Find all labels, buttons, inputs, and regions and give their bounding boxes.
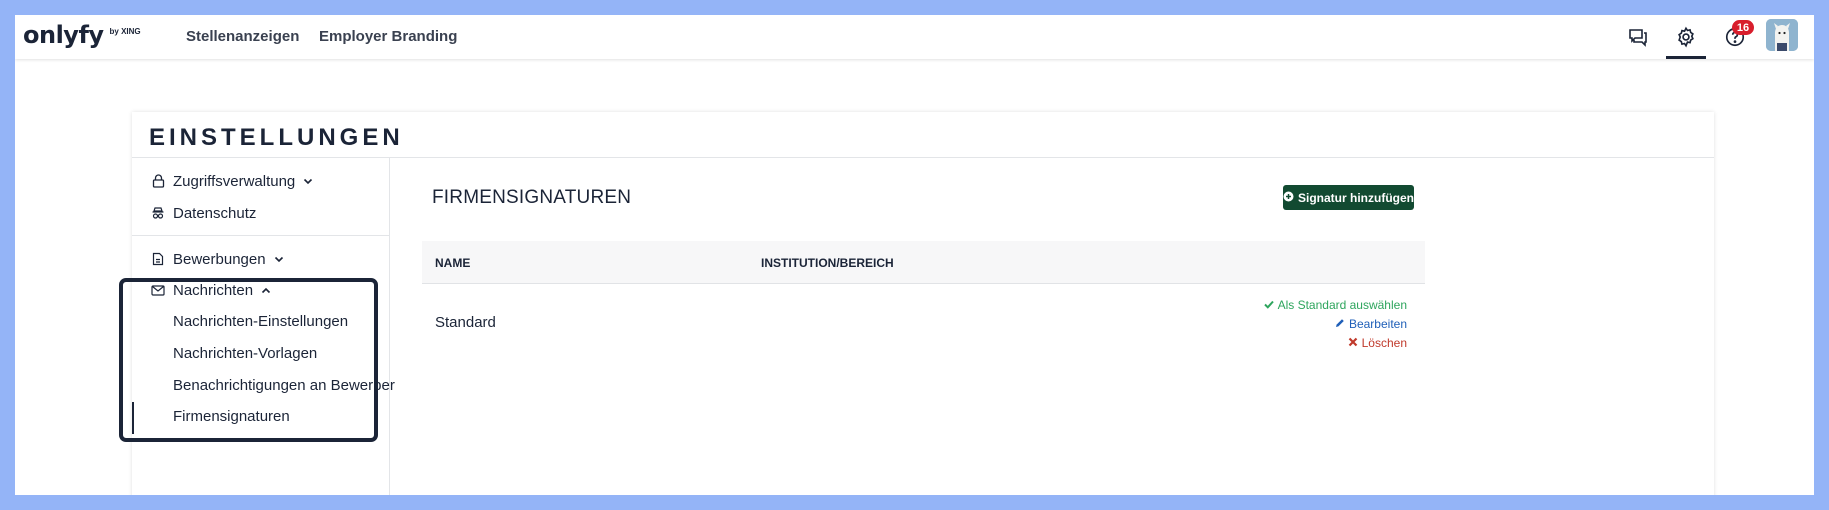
close-icon <box>1348 336 1358 350</box>
section-title: FIRMENSIGNATUREN <box>432 187 632 208</box>
logo-wordmark: onlyfy <box>23 21 104 49</box>
logo[interactable]: onlyfy by XING <box>23 21 141 49</box>
column-header-institution[interactable]: INSTITUTION/BEREICH <box>761 256 894 270</box>
divider <box>132 157 1714 158</box>
pencil-icon <box>1335 317 1345 331</box>
chevron-down-icon <box>274 256 284 263</box>
plus-circle-icon <box>1283 191 1294 205</box>
app-window: onlyfy by XING Stellenanzeigen Employer … <box>15 15 1814 495</box>
sidebar-item-zugriffsverwaltung[interactable]: Zugriffsverwaltung <box>150 171 313 191</box>
check-icon <box>1263 298 1274 312</box>
settings-card: EINSTELLUNGEN Zugriffsverwaltung Datensc… <box>119 112 1714 495</box>
sidebar-divider <box>389 157 390 495</box>
top-navigation-bar: onlyfy by XING Stellenanzeigen Employer … <box>15 15 1814 59</box>
nav-link-stellenanzeigen[interactable]: Stellenanzeigen <box>186 28 299 45</box>
notification-badge: 16 <box>1732 20 1754 35</box>
nav-link-employer-branding[interactable]: Employer Branding <box>319 28 457 45</box>
delete-label: Löschen <box>1361 336 1407 350</box>
sidebar-item-bewerbungen[interactable]: Bewerbungen <box>150 249 284 269</box>
sidebar-item-label: Datenschutz <box>173 204 257 222</box>
logo-suffix: by XING <box>109 27 141 36</box>
edit-action[interactable]: Bearbeiten <box>1335 317 1407 331</box>
document-icon <box>150 251 166 267</box>
lock-icon <box>150 173 166 189</box>
avatar[interactable] <box>1766 19 1798 51</box>
highlight-box <box>119 278 378 442</box>
delete-action[interactable]: Löschen <box>1348 336 1407 350</box>
gear-icon[interactable] <box>1672 23 1700 51</box>
sidebar-section-divider <box>132 235 389 236</box>
sidebar-item-datenschutz[interactable]: Datenschutz <box>150 203 256 223</box>
page-title: EINSTELLUNGEN <box>149 124 404 151</box>
column-header-name[interactable]: NAME <box>435 256 470 270</box>
table-header: NAME INSTITUTION/BEREICH <box>422 241 1425 284</box>
set-default-label: Als Standard auswählen <box>1277 298 1407 312</box>
chat-icon[interactable] <box>1624 23 1652 51</box>
sidebar-item-label: Zugriffsverwaltung <box>173 172 296 190</box>
chevron-down-icon <box>303 178 313 185</box>
sidebar-item-label: Bewerbungen <box>173 250 266 268</box>
signature-name: Standard <box>435 314 496 331</box>
active-tab-indicator <box>1666 56 1706 59</box>
edit-label: Bearbeiten <box>1348 317 1407 331</box>
add-signature-button[interactable]: Signatur hinzufügen <box>1283 185 1414 210</box>
add-signature-label: Signatur hinzufügen <box>1298 190 1414 205</box>
privacy-icon <box>150 205 166 221</box>
set-default-action[interactable]: Als Standard auswählen <box>1263 298 1407 312</box>
